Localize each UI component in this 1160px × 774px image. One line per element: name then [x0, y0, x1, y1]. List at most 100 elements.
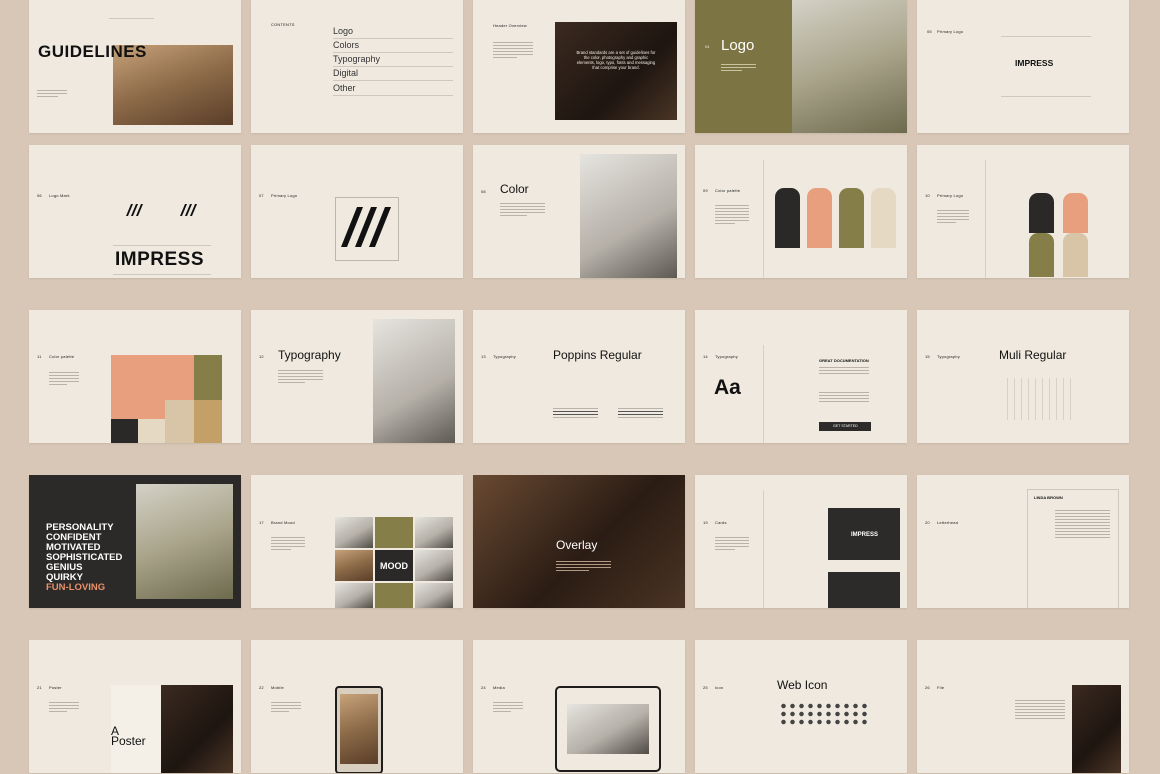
web-icon-title: Web Icon — [777, 678, 828, 692]
header-overview-text: Brand standards are a set of guidelines … — [576, 50, 656, 70]
primary-colors-label: Primary Logo — [937, 193, 964, 198]
web-icon-number: 25 — [703, 685, 708, 690]
mood-photo-4 — [415, 550, 453, 581]
cards-number: 19 — [703, 520, 708, 525]
personality-word-7: FUN-LOVING — [46, 582, 106, 593]
mobile-label: Mobile — [271, 685, 284, 690]
slide-mobile[interactable]: 22 Mobile — [251, 640, 463, 773]
poppins-number: 13 — [481, 354, 486, 359]
construction-logo-icon — [341, 207, 391, 247]
contents-item-colors: Colors — [333, 40, 360, 50]
file-label: File — [937, 685, 945, 690]
header-overview-label: Header Overview — [493, 23, 527, 28]
cover-text — [37, 90, 67, 99]
cards-label: Cards — [715, 520, 727, 525]
slide-header-overview[interactable]: Header Overview Brand standards are a se… — [473, 0, 685, 133]
palette-block-sand — [138, 419, 165, 443]
slide-brand-mood[interactable]: 17 Brand Mood MOOD — [251, 475, 463, 608]
slide-guidelines-cover[interactable]: GUIDELINES — [29, 0, 241, 133]
slide-primary-logo-construction[interactable]: 07 Primary Logo — [251, 145, 463, 278]
tablet-screen-photo — [567, 704, 649, 754]
palette-block-olive — [194, 355, 222, 400]
swatch-sand — [871, 188, 896, 248]
slide-letterhead[interactable]: 20 Letterhead LINDA BROWN — [917, 475, 1129, 608]
overlay-title: Overlay — [556, 538, 598, 552]
primary-colors-number: 10 — [925, 193, 930, 198]
slide-personality[interactable]: PERSONALITY CONFIDENT MOTIVATED SOPHISTI… — [29, 475, 241, 608]
color-section-photo — [580, 154, 677, 278]
slide-file[interactable]: 26 File — [917, 640, 1129, 773]
typography-section-photo — [373, 319, 455, 443]
logo-color-salmon — [1063, 193, 1088, 233]
mood-block-olive-2 — [375, 583, 413, 608]
palette-block-sand2 — [165, 400, 194, 443]
logo-mark-label: Logo Mark — [49, 193, 70, 198]
web-icon-grid — [779, 702, 869, 726]
slide-logo-mark[interactable]: 06 Logo Mark IMPRESS — [29, 145, 241, 278]
contents-item-other: Other — [333, 83, 356, 93]
slide-typography-glyph[interactable]: 14 Typography Aa GREAT DOCUMENTATION GET… — [695, 310, 907, 443]
logo-mark-number: 06 — [37, 193, 42, 198]
personality-photo — [136, 484, 233, 599]
slide-primary-logo-colors[interactable]: 10 Primary Logo — [917, 145, 1129, 278]
color-section-title: Color — [500, 182, 529, 196]
muli-number: 15 — [925, 354, 930, 359]
poster-title-b: Poster — [111, 734, 146, 748]
color-palette-number: 09 — [703, 188, 708, 193]
logo-mark-icon — [126, 204, 143, 216]
primary-logo-number: 05 — [927, 29, 932, 34]
slide-web-icon[interactable]: 25 Icon Web Icon — [695, 640, 907, 773]
mood-photo-1 — [335, 517, 373, 548]
slide-cards[interactable]: 19 Cards IMPRESS — [695, 475, 907, 608]
slide-color-section[interactable]: 08 Color — [473, 145, 685, 278]
mood-block-olive — [375, 517, 413, 548]
swatch-dark — [775, 188, 800, 248]
palette-blocks-label: Color palette — [49, 354, 75, 359]
media-number: 24 — [481, 685, 486, 690]
mood-number: 17 — [259, 520, 264, 525]
color-palette-label: Color palette — [715, 188, 741, 193]
palette-blocks-number: 11 — [37, 354, 42, 359]
mobile-phone-frame — [335, 686, 383, 773]
slide-contents[interactable]: CONTENTS Logo Colors Typography Digital … — [251, 0, 463, 133]
logo-mark-wordmark: IMPRESS — [115, 249, 205, 270]
primary-logo-wordmark: IMPRESS — [1015, 58, 1054, 68]
swatch-salmon — [807, 188, 832, 248]
logo-section-title: Logo — [721, 37, 755, 54]
mood-photo-5 — [335, 583, 373, 608]
slide-overlay[interactable]: Overlay — [473, 475, 685, 608]
logo-section-photo — [792, 0, 907, 133]
typography-section-number: 12 — [259, 354, 264, 359]
glyph-label: Typography — [715, 354, 738, 359]
mood-photo-2 — [415, 517, 453, 548]
glyph-number: 14 — [703, 354, 708, 359]
mood-photo-6 — [415, 583, 453, 608]
slide-color-palette[interactable]: 09 Color palette — [695, 145, 907, 278]
mood-photo-3 — [335, 550, 373, 581]
slide-logo-section[interactable]: 04 Logo — [695, 0, 907, 133]
slide-primary-logo[interactable]: 05 Primary Logo IMPRESS — [917, 0, 1129, 133]
color-section-number: 08 — [481, 189, 486, 194]
slide-poppins-regular[interactable]: 13 Typography Poppins Regular — [473, 310, 685, 443]
poster-label: Poster — [49, 685, 62, 690]
swatch-olive — [839, 188, 864, 248]
business-card-wordmark: IMPRESS — [851, 532, 879, 538]
logo-color-sand — [1063, 233, 1088, 277]
slide-media[interactable]: 24 Media — [473, 640, 685, 773]
glyph-sample: Aa — [714, 376, 741, 399]
letterhead-name: LINDA BROWN — [1034, 495, 1063, 500]
contents-label: CONTENTS — [271, 22, 295, 27]
slide-typography-section[interactable]: 12 Typography — [251, 310, 463, 443]
letterhead-page — [1027, 489, 1119, 608]
muli-title: Muli Regular — [999, 348, 1067, 362]
slide-muli-regular[interactable]: 15 Typography Muli Regular — [917, 310, 1129, 443]
file-photo — [1072, 685, 1121, 773]
palette-block-dark — [111, 419, 138, 443]
primary-logo-label: Primary Logo — [937, 29, 964, 34]
slide-color-palette-blocks[interactable]: 11 Color palette — [29, 310, 241, 443]
slide-poster[interactable]: 21 Poster A Poster — [29, 640, 241, 773]
header-overview-photo — [555, 22, 677, 120]
mood-title: MOOD — [380, 561, 408, 571]
letterhead-number: 20 — [925, 520, 930, 525]
mood-label: Brand Mood — [271, 520, 295, 525]
